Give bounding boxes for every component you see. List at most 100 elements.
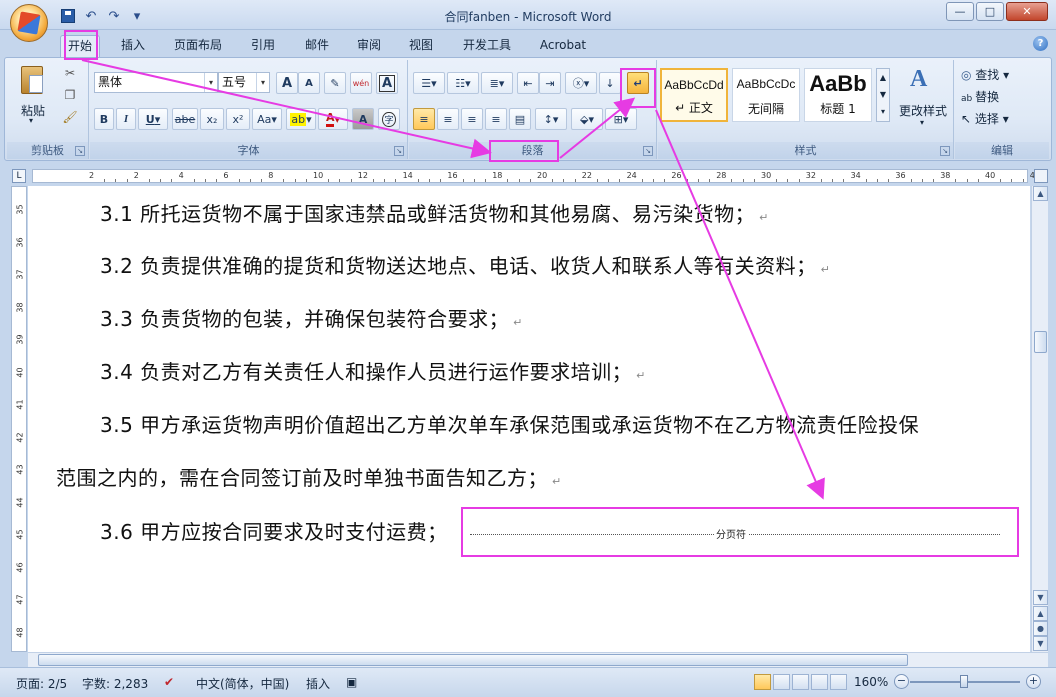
previous-page-button[interactable]: ▲ bbox=[1033, 606, 1048, 621]
change-styles-button[interactable]: A 更改样式 ▾ bbox=[896, 64, 950, 130]
increase-indent-button[interactable]: ⇥ bbox=[539, 72, 561, 94]
align-left-button[interactable]: ≡ bbox=[413, 108, 435, 130]
zoom-slider[interactable] bbox=[910, 675, 1020, 688]
chevron-down-icon[interactable]: ▾ bbox=[256, 73, 269, 92]
print-layout-view-button[interactable] bbox=[754, 674, 771, 690]
office-button[interactable] bbox=[10, 4, 48, 42]
tab-view[interactable]: 视图 bbox=[400, 35, 442, 57]
vertical-scrollbar[interactable]: ▲ ▼ ▲ ● ▼ bbox=[1031, 186, 1048, 652]
strikethrough-button[interactable]: abe bbox=[172, 108, 198, 130]
align-center-button[interactable]: ≡ bbox=[437, 108, 459, 130]
scroll-down-button[interactable]: ▼ bbox=[1033, 590, 1048, 605]
proofing-icon[interactable]: ✔ bbox=[164, 675, 174, 689]
chevron-down-icon[interactable]: ▾ bbox=[204, 73, 217, 92]
tab-acrobat[interactable]: Acrobat bbox=[530, 35, 596, 57]
clear-formatting-button[interactable]: ✎ bbox=[324, 72, 346, 94]
zoom-out-button[interactable]: − bbox=[894, 674, 909, 689]
decrease-indent-button[interactable]: ⇤ bbox=[517, 72, 539, 94]
page-count[interactable]: 页面: 2/5 bbox=[16, 675, 67, 692]
styles-launcher[interactable]: ↘ bbox=[940, 146, 950, 156]
styles-gallery-scroll[interactable]: ▲ ▼ ▾ bbox=[876, 68, 890, 122]
paragraph[interactable]: 范围之内的，需在合同签订前及时单独书面告知乙方； ↵ bbox=[56, 462, 562, 491]
phonetic-guide-button[interactable]: wén bbox=[350, 72, 372, 94]
cut-button[interactable]: ✂ bbox=[61, 66, 79, 82]
style-heading-1[interactable]: AaBb 标题 1 bbox=[804, 68, 872, 122]
language-indicator[interactable]: 中文(简体，中国) bbox=[196, 675, 289, 692]
borders-button[interactable]: ⊞▾ bbox=[605, 108, 637, 130]
style-normal[interactable]: AaBbCcDd ↵ 正文 bbox=[660, 68, 728, 122]
close-button[interactable]: ✕ bbox=[1006, 2, 1048, 21]
macro-record-icon[interactable]: ▣ bbox=[346, 675, 357, 689]
paragraph[interactable]: 3.1 所托运货物不属于国家违禁品或鲜活货物和其他易腐、易污染货物； ↵ bbox=[100, 198, 769, 227]
tab-review[interactable]: 审阅 bbox=[348, 35, 390, 57]
underline-button[interactable]: U ▾ bbox=[138, 108, 168, 130]
shrink-font-button[interactable]: A bbox=[298, 72, 320, 94]
horizontal-scroll-thumb[interactable] bbox=[38, 654, 908, 666]
align-right-button[interactable]: ≡ bbox=[461, 108, 483, 130]
format-painter-button[interactable]: 🖌 bbox=[61, 110, 79, 126]
replace-button[interactable]: ab 替换 bbox=[961, 88, 999, 105]
paragraph[interactable]: 3.3 负责货物的包装，并确保包装符合要求； ↵ bbox=[100, 303, 523, 332]
copy-button[interactable]: ❐ bbox=[61, 88, 79, 104]
tab-selector[interactable]: L bbox=[12, 169, 26, 183]
font-size-combo[interactable]: 五号 ▾ bbox=[218, 72, 270, 93]
sort-button[interactable]: ↓ bbox=[599, 72, 621, 94]
find-button[interactable]: ◎ 查找 ▾ bbox=[961, 66, 1009, 83]
paragraph[interactable]: 3.6 甲方应按合同要求及时支付运费； bbox=[100, 516, 448, 545]
web-layout-button[interactable] bbox=[792, 674, 809, 690]
maximize-button[interactable]: □ bbox=[976, 2, 1004, 21]
horizontal-scrollbar[interactable] bbox=[28, 652, 1048, 667]
select-button[interactable]: ↖ 选择 ▾ bbox=[961, 110, 1009, 127]
zoom-slider-thumb[interactable] bbox=[960, 675, 968, 688]
highlight-button[interactable]: ab ▾ bbox=[286, 108, 316, 130]
tab-developer[interactable]: 开发工具 bbox=[454, 35, 520, 57]
paragraph[interactable]: 3.5 甲方承运货物声明价值超出乙方单次单车承保范围或承运货物不在乙方物流责任险… bbox=[100, 409, 919, 438]
numbering-button[interactable]: ☷▾ bbox=[447, 72, 479, 94]
multilevel-list-button[interactable]: ≣▾ bbox=[481, 72, 513, 94]
font-launcher[interactable]: ↘ bbox=[394, 146, 404, 156]
ruler-strip[interactable]: 224681012141618202224262830323436384042 bbox=[32, 169, 1046, 183]
help-icon[interactable]: ? bbox=[1033, 36, 1048, 51]
paragraph[interactable]: 3.4 负责对乙方有关责任人和操作人员进行运作要求培训； ↵ bbox=[100, 356, 646, 385]
bold-button[interactable]: B bbox=[94, 108, 114, 130]
clipboard-launcher[interactable]: ↘ bbox=[75, 146, 85, 156]
font-color-button[interactable]: A ▾ bbox=[318, 108, 348, 130]
line-spacing-button[interactable]: ↕▾ bbox=[535, 108, 567, 130]
bullets-button[interactable]: ☰▾ bbox=[413, 72, 445, 94]
shading-button[interactable]: ⬙▾ bbox=[571, 108, 603, 130]
justify-button[interactable]: ≡ bbox=[485, 108, 507, 130]
enclose-char-button[interactable]: 字 bbox=[378, 108, 400, 130]
minimize-button[interactable]: — bbox=[946, 2, 974, 21]
outline-view-button[interactable] bbox=[811, 674, 828, 690]
paragraph-launcher[interactable]: ↘ bbox=[643, 146, 653, 156]
tab-mailings[interactable]: 邮件 bbox=[296, 35, 338, 57]
paste-button[interactable]: 粘贴 ▾ bbox=[13, 64, 53, 125]
tab-page-layout[interactable]: 页面布局 bbox=[166, 35, 230, 57]
italic-button[interactable]: I bbox=[116, 108, 136, 130]
tab-insert[interactable]: 插入 bbox=[112, 35, 154, 57]
char-shading-button[interactable]: A bbox=[352, 108, 374, 130]
subscript-button[interactable]: x₂ bbox=[200, 108, 224, 130]
full-screen-reading-button[interactable] bbox=[773, 674, 790, 690]
draft-view-button[interactable] bbox=[830, 674, 847, 690]
zoom-in-button[interactable]: + bbox=[1026, 674, 1041, 689]
superscript-button[interactable]: x² bbox=[226, 108, 250, 130]
browse-object-button[interactable]: ● bbox=[1033, 621, 1048, 636]
chinese-layout-button[interactable]: ⓧ▾ bbox=[565, 72, 597, 94]
vertical-scroll-thumb[interactable] bbox=[1034, 331, 1047, 353]
document-page[interactable]: 3.1 所托运货物不属于国家违禁品或鲜活货物和其他易腐、易污染货物； ↵ 3.2 … bbox=[28, 186, 1030, 652]
tab-references[interactable]: 引用 bbox=[242, 35, 284, 57]
paragraph[interactable]: 3.2 负责提供准确的提货和货物送达地点、电话、收货人和联系人等有关资料； ↵ bbox=[100, 250, 830, 279]
char-border-button[interactable]: A bbox=[376, 72, 398, 94]
scroll-up-button[interactable]: ▲ bbox=[1033, 186, 1048, 201]
style-no-spacing[interactable]: AaBbCcDc 无间隔 bbox=[732, 68, 800, 122]
insert-mode[interactable]: 插入 bbox=[306, 675, 330, 692]
grow-font-button[interactable]: A bbox=[276, 72, 298, 94]
font-name-combo[interactable]: 黑体 ▾ bbox=[94, 72, 218, 93]
word-count[interactable]: 字数: 2,283 bbox=[82, 675, 148, 692]
zoom-level[interactable]: 160% bbox=[854, 675, 888, 689]
distributed-button[interactable]: ▤ bbox=[509, 108, 531, 130]
view-ruler-button[interactable] bbox=[1034, 169, 1048, 183]
next-page-button[interactable]: ▼ bbox=[1033, 636, 1048, 651]
change-case-button[interactable]: Aa ▾ bbox=[252, 108, 282, 130]
